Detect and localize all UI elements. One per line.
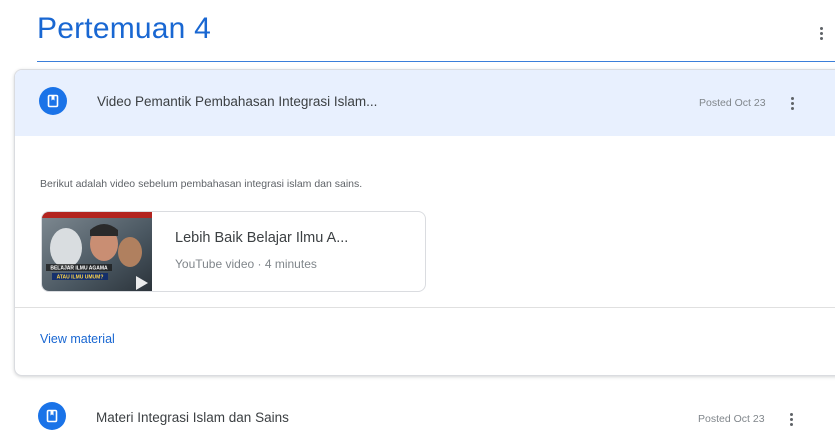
- material-header[interactable]: Video Pemantik Pembahasan Integrasi Isla…: [15, 70, 835, 136]
- material-description: Berikut adalah video sebelum pembahasan …: [40, 178, 363, 190]
- thumbnail-text-1: BELAJAR ILMU AGAMA: [50, 266, 108, 272]
- view-material-link[interactable]: View material: [40, 332, 115, 346]
- material-row[interactable]: Materi Integrasi Islam dan Sains Posted …: [14, 392, 835, 435]
- more-vert-icon[interactable]: [784, 92, 800, 114]
- topic-divider: [37, 61, 835, 62]
- youtube-attachment[interactable]: BELAJAR ILMU AGAMA ATAU ILMU UMUM? Lebih…: [41, 211, 426, 292]
- posted-date: Posted Oct 23: [698, 413, 765, 425]
- topic-header: Pertemuan 4: [0, 0, 835, 66]
- material-card-expanded: Video Pemantik Pembahasan Integrasi Isla…: [14, 69, 835, 376]
- video-thumbnail: BELAJAR ILMU AGAMA ATAU ILMU UMUM?: [42, 212, 152, 291]
- material-title[interactable]: Video Pemantik Pembahasan Integrasi Isla…: [97, 94, 377, 109]
- thumbnail-text-2: ATAU ILMU UMUM?: [57, 275, 104, 281]
- attachment-title[interactable]: Lebih Baik Belajar Ilmu A...: [175, 230, 348, 246]
- card-divider: [15, 307, 835, 308]
- posted-date: Posted Oct 23: [699, 97, 766, 109]
- material-title[interactable]: Materi Integrasi Islam dan Sains: [96, 410, 289, 425]
- bookmark-icon: [38, 402, 66, 430]
- attachment-subtitle: YouTube video · 4 minutes: [175, 257, 317, 271]
- bookmark-icon: [39, 87, 67, 115]
- more-vert-icon[interactable]: [813, 22, 829, 44]
- more-vert-icon[interactable]: [783, 408, 799, 430]
- topic-title: Pertemuan 4: [37, 12, 211, 45]
